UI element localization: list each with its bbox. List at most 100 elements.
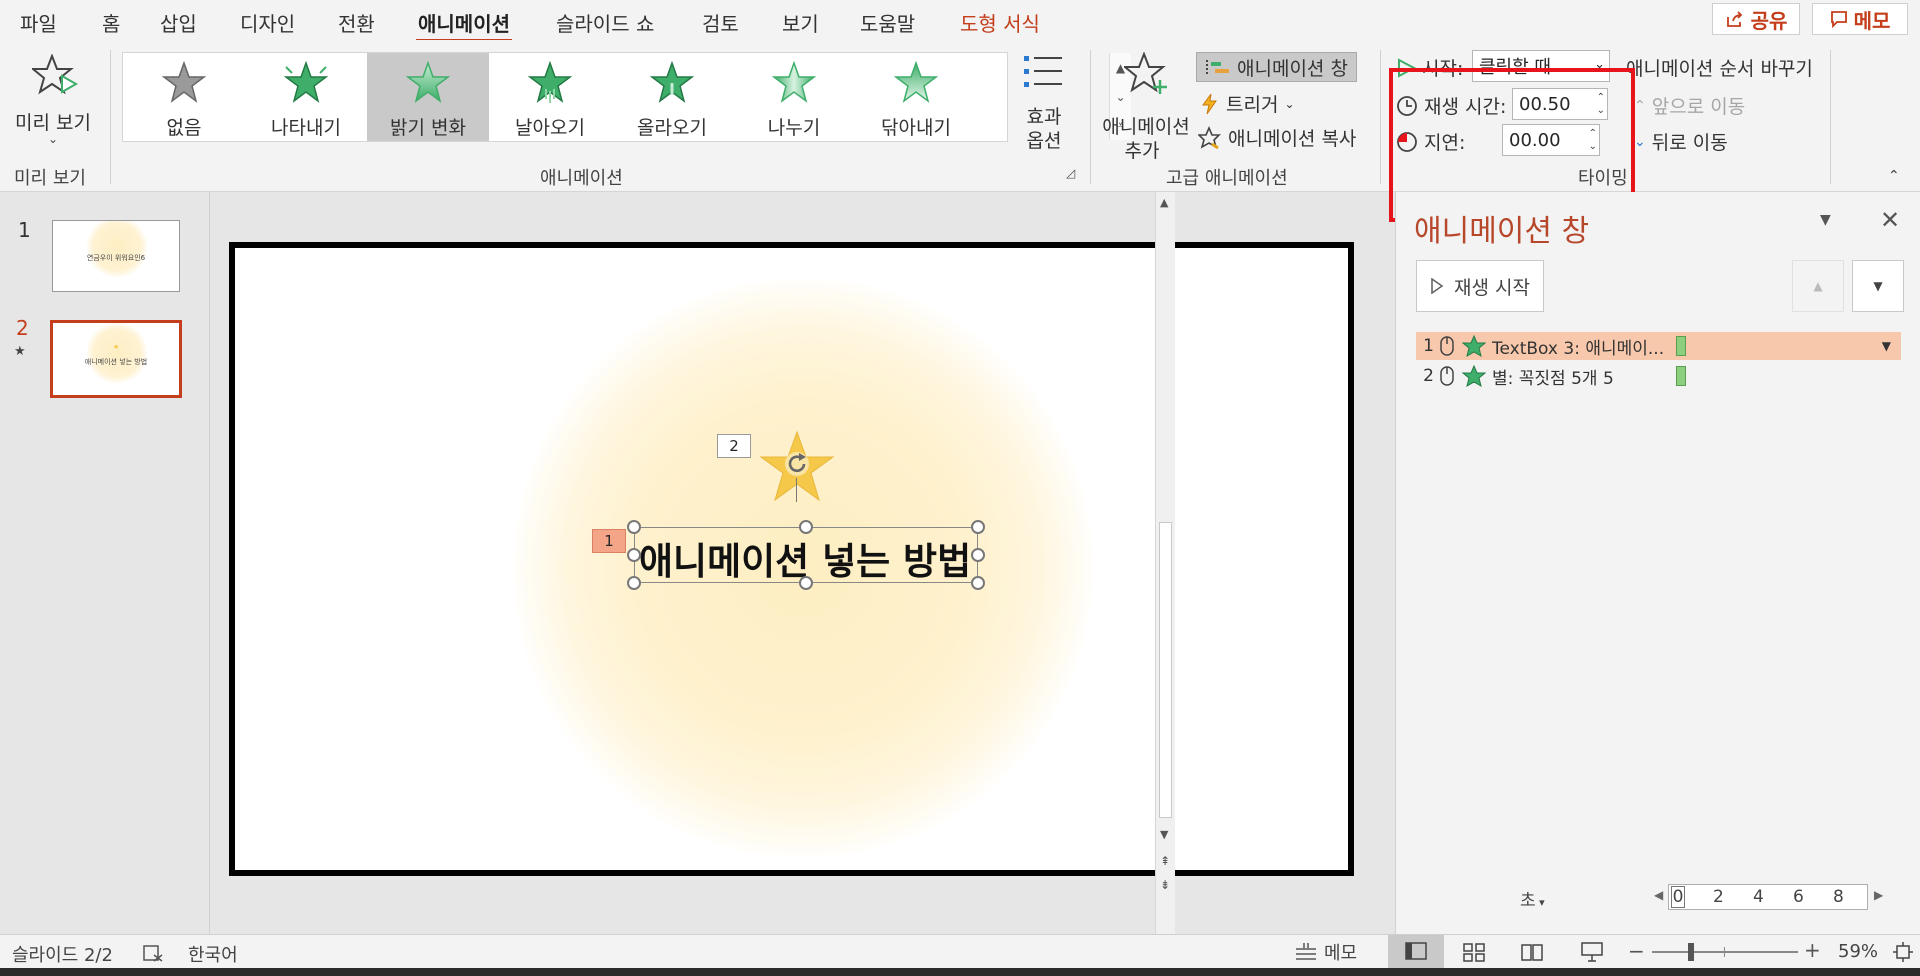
green-star-icon [1462, 365, 1486, 387]
language[interactable]: 한국어 [188, 941, 238, 967]
star-none-icon [162, 61, 206, 103]
timeline-ruler[interactable]: 0 2 4 6 8 [1668, 884, 1868, 910]
star-wipe-icon [894, 61, 938, 103]
tab-help[interactable]: 도움말 [860, 8, 915, 37]
move-down-button[interactable]: ▼ [1852, 260, 1904, 312]
gallery-item-wipe[interactable]: 닦아내기 [855, 53, 977, 141]
share-icon [1726, 11, 1742, 27]
gallery-item-float-in[interactable]: 올라오기 [611, 53, 733, 141]
animation-pane-button[interactable]: 애니메이션 창 [1196, 52, 1357, 82]
animation-pane-icon [1206, 60, 1229, 74]
notes-button[interactable]: 메모 [1294, 939, 1357, 965]
gallery-item-none[interactable]: 없음 [123, 53, 245, 141]
resize-handle[interactable] [627, 576, 641, 590]
dialog-launcher-icon[interactable]: ◿ [1066, 166, 1075, 180]
slide-number-2: 2 [16, 316, 29, 340]
fit-to-window-icon[interactable] [1892, 941, 1914, 963]
resize-handle[interactable] [799, 520, 813, 534]
status-bar: 슬라이드 2/2 한국어 메모 − + 59% [0, 934, 1920, 968]
ribbon: 미리 보기 ⌄ 미리 보기 없음 나타내기 밝기 변화 날아오기 올라오기 나누… [0, 40, 1920, 222]
share-button[interactable]: 공유 [1712, 3, 1800, 35]
gallery-label: 나타내기 [271, 117, 341, 139]
trigger-button[interactable]: 트리거 ⌄ [1200, 90, 1295, 117]
tab-review[interactable]: 검토 [702, 8, 739, 37]
slide-sorter-icon[interactable] [1462, 942, 1486, 962]
zoom-slider-track[interactable] [1652, 951, 1798, 953]
tab-transitions[interactable]: 전환 [338, 8, 375, 37]
star-fly-in-icon [528, 61, 572, 103]
zoom-slider-thumb[interactable] [1688, 943, 1694, 961]
move-later-button[interactable]: ⌄ 뒤로 이동 [1634, 128, 1728, 155]
timeline-right-icon[interactable]: ▶ [1874, 888, 1883, 902]
animation-list-item-1[interactable]: 1 TextBox 3: 애니메이... ▼ [1416, 332, 1901, 360]
animation-tag-2[interactable]: 2 [717, 434, 751, 458]
chevron-down-icon[interactable]: ▼ [1882, 339, 1891, 353]
collapse-ribbon-icon[interactable]: ⌃ [1888, 168, 1900, 184]
thumb-glow [87, 323, 147, 383]
previous-slide-icon[interactable]: ⇞ [1160, 854, 1170, 868]
share-label: 공유 [1750, 8, 1788, 33]
resize-handle[interactable] [799, 576, 813, 590]
animation-pane-label: 애니메이션 창 [1237, 57, 1348, 80]
accessibility-icon[interactable] [142, 943, 164, 963]
timeline-tick-2: 2 [1713, 887, 1724, 907]
tab-view[interactable]: 보기 [782, 8, 819, 37]
play-from-button[interactable]: 재생 시작 [1416, 260, 1544, 312]
zoom-in-icon[interactable]: + [1804, 938, 1821, 962]
tab-home[interactable]: 홈 [102, 8, 120, 37]
slide-thumbnail-2[interactable]: ★ 애니메이션 넣는 방법 [50, 320, 182, 398]
animation-painter-button[interactable]: 애니메이션 복사 [1198, 124, 1356, 151]
tab-slideshow[interactable]: 슬라이드 쇼 [556, 8, 654, 37]
reading-view-icon[interactable] [1520, 942, 1544, 962]
normal-view-button[interactable] [1388, 935, 1444, 968]
effect-options-button[interactable]: 효과 옵션 [1016, 50, 1072, 154]
resize-handle[interactable] [971, 548, 985, 562]
tab-design[interactable]: 디자인 [240, 8, 295, 37]
move-up-button[interactable]: ▲ [1792, 260, 1844, 312]
tab-insert[interactable]: 삽입 [160, 8, 197, 37]
tab-file[interactable]: 파일 [20, 8, 57, 37]
scroll-thumb[interactable] [1159, 522, 1172, 818]
move-earlier-button[interactable]: ⌃ 앞으로 이동 [1634, 92, 1745, 119]
scroll-up-icon[interactable]: ▲ [1160, 196, 1168, 209]
scroll-down-icon[interactable]: ▼ [1160, 828, 1168, 841]
next-slide-icon[interactable]: ⇟ [1160, 878, 1170, 892]
animation-group-label: 애니메이션 [540, 168, 623, 189]
separator [110, 50, 111, 184]
resize-handle[interactable] [627, 520, 641, 534]
gallery-item-appear[interactable]: 나타내기 [245, 53, 367, 141]
timeline-tick-4: 4 [1753, 887, 1764, 907]
gallery-item-fly-in[interactable]: 날아오기 [489, 53, 611, 141]
preview-button[interactable]: 미리 보기 ⌄ [12, 52, 102, 152]
effect-options-line2: 옵션 [1026, 130, 1062, 152]
mouse-icon [1440, 336, 1454, 356]
close-icon[interactable]: ✕ [1880, 206, 1900, 234]
play-icon [1431, 278, 1444, 294]
vertical-scrollbar[interactable]: ▲ ▼ ⇞ ⇟ [1155, 192, 1175, 934]
gallery-item-fade[interactable]: 밝기 변화 [367, 53, 489, 141]
animation-tag-1[interactable]: 1 [592, 529, 626, 553]
animation-list-item-2[interactable]: 2 별: 꼭짓점 5개 5 [1416, 362, 1901, 390]
item-text: TextBox 3: 애니메이... [1492, 338, 1665, 359]
zoom-level[interactable]: 59% [1838, 941, 1878, 962]
resize-handle[interactable] [971, 576, 985, 590]
seconds-dropdown[interactable]: 초 ▾ [1520, 886, 1545, 911]
pane-options-icon[interactable]: ▼ [1820, 212, 1831, 228]
slide-thumbnail-1[interactable]: 연금우이 위워요인6 [52, 220, 180, 292]
zoom-out-icon[interactable]: − [1628, 939, 1645, 963]
tab-animations[interactable]: 애니메이션 [416, 8, 512, 43]
slideshow-icon[interactable] [1580, 941, 1604, 963]
normal-view-icon [1405, 942, 1427, 960]
timeline-tick-6: 6 [1793, 887, 1804, 907]
tab-shape-format[interactable]: 도형 서식 [960, 8, 1040, 37]
rotate-handle-icon[interactable] [783, 450, 811, 478]
slide-canvas[interactable]: 애니메이션 넣는 방법 1 2 [229, 242, 1354, 876]
resize-handle[interactable] [627, 548, 641, 562]
item-number: 1 [1423, 336, 1434, 356]
resize-handle[interactable] [971, 520, 985, 534]
timeline-left-icon[interactable]: ◀ [1654, 888, 1663, 902]
add-animation-button[interactable]: 애니메이션 추가 [1098, 50, 1194, 162]
gallery-item-split[interactable]: 나누기 [733, 53, 855, 141]
effect-options-icon [1024, 56, 1062, 87]
memo-button[interactable]: 메모 [1812, 3, 1908, 35]
